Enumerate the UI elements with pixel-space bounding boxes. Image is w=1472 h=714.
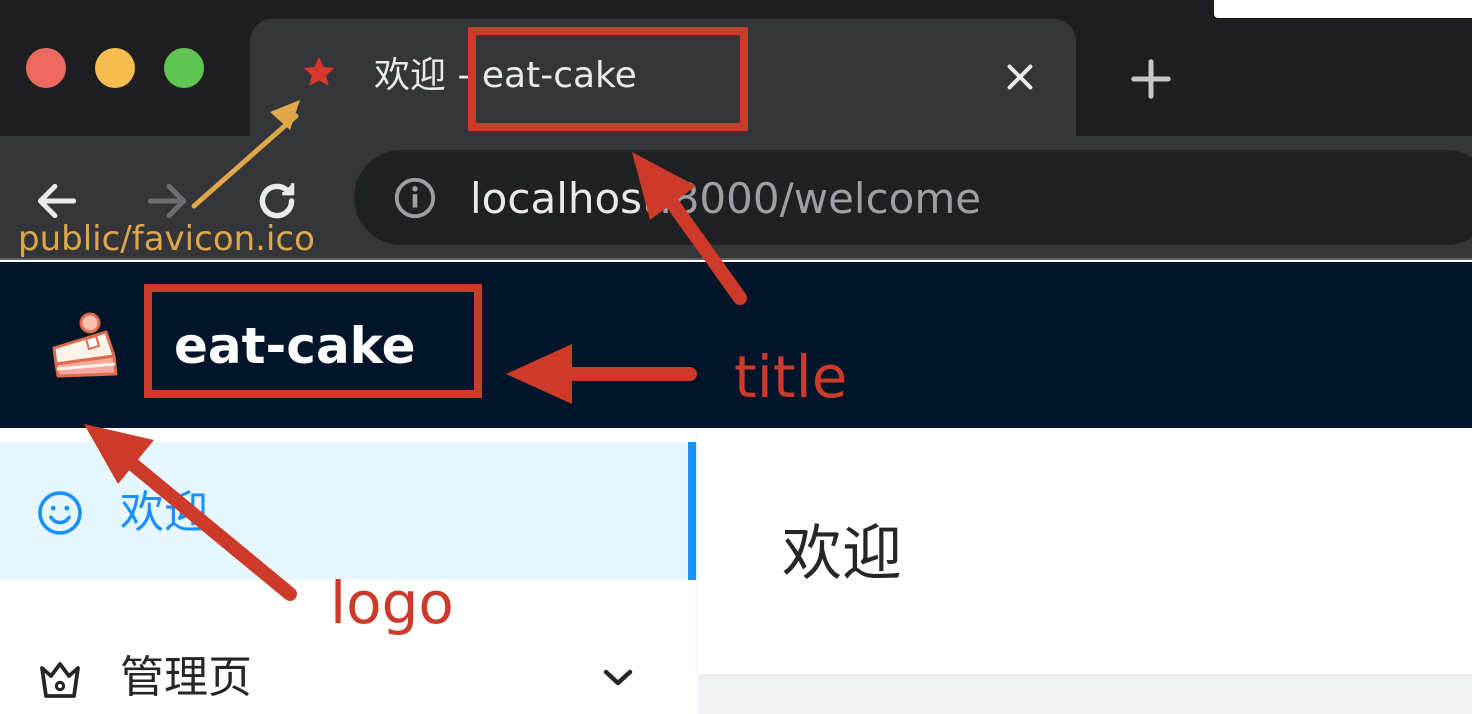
window-corner [1214, 0, 1472, 18]
annotation-box-tab-title [468, 27, 748, 131]
menu-item-welcome[interactable]: 欢迎 [0, 442, 698, 580]
menu-label-admin: 管理页 [120, 652, 252, 703]
star-icon [303, 56, 335, 86]
smile-icon [38, 491, 82, 535]
window-close-button[interactable] [26, 48, 66, 88]
url-host: localhost [470, 174, 659, 223]
window-minimize-button[interactable] [95, 48, 135, 88]
annotation-box-header-title [144, 284, 482, 398]
close-icon[interactable] [1002, 59, 1038, 95]
annotation-favicon-label: public/favicon.ico [18, 219, 315, 259]
menu-item-admin[interactable]: 管理页 [0, 632, 698, 714]
chevron-down-icon[interactable] [600, 666, 636, 690]
page-header: 欢迎 [698, 428, 1472, 674]
page-title: 欢迎 [782, 519, 902, 589]
annotation-logo-label: logo [330, 569, 454, 637]
url-text: localhost:8000/welcome [470, 174, 981, 224]
menu-label-welcome: 欢迎 [120, 487, 208, 538]
annotation-title-label: title [734, 343, 848, 411]
url-path: :8000/welcome [658, 174, 982, 223]
info-icon[interactable] [392, 175, 438, 221]
cake-icon[interactable] [46, 308, 122, 382]
window-maximize-button[interactable] [164, 48, 204, 88]
selected-indicator [688, 442, 696, 580]
content-area: 欢迎 [698, 428, 1472, 714]
address-bar[interactable]: localhost:8000/welcome [354, 150, 1472, 245]
crown-icon [40, 662, 80, 698]
plus-icon[interactable] [1128, 56, 1174, 102]
